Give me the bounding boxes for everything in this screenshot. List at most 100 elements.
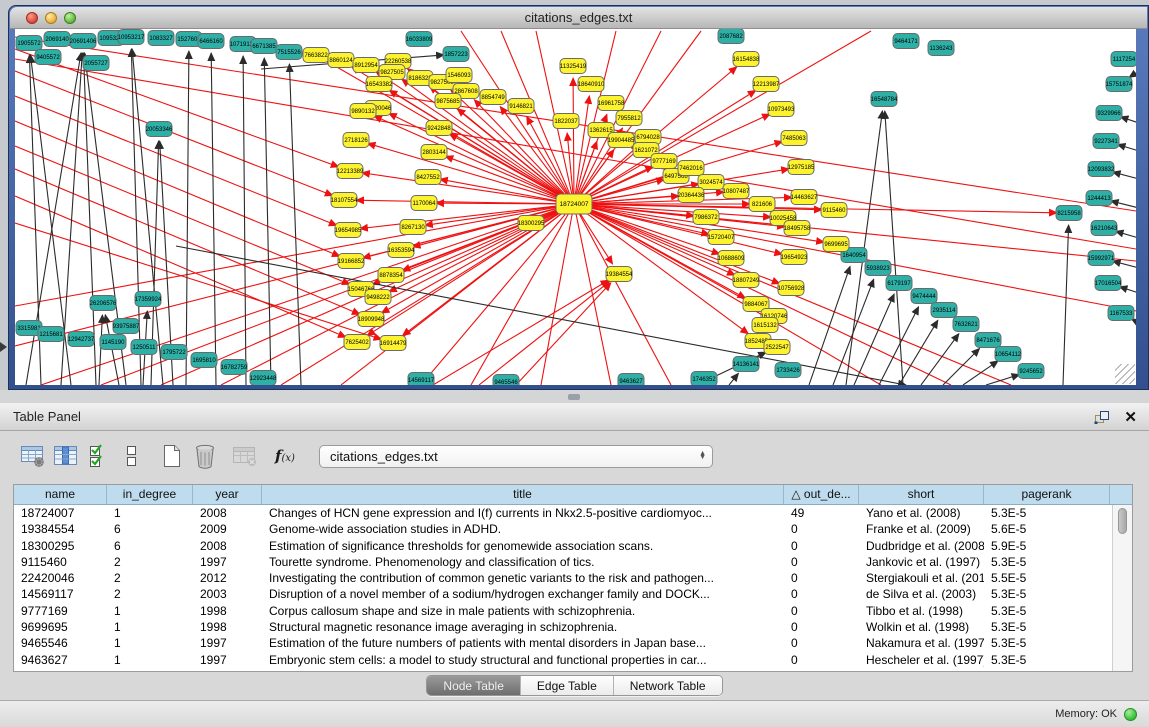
graph-node-label: 1746352 <box>692 377 716 383</box>
table-cell: 19384554 <box>14 521 107 537</box>
graph-node-label: 15751874 <box>1106 82 1133 88</box>
table-row[interactable]: 946554611997Estimation of the future num… <box>14 635 1112 651</box>
function-builder-icon[interactable]: f(x) <box>270 441 300 471</box>
scrollbar-thumb[interactable] <box>1118 508 1127 534</box>
citation-edge-red <box>15 146 350 284</box>
graph-node-label: 26206576 <box>90 301 117 307</box>
clear-selection-icon[interactable] <box>117 441 147 471</box>
table-row[interactable]: 969969511998Structural magnetic resonanc… <box>14 619 1112 635</box>
graph-node-label: 9884067 <box>744 302 768 308</box>
select-all-icon[interactable] <box>84 441 114 471</box>
citation-edge-black <box>986 375 1020 385</box>
table-cell: Dudbridge et al. (2008) <box>859 538 984 554</box>
graph-node-label: 7986372 <box>694 215 718 221</box>
table-row[interactable]: 1872400712008Changes of HCN gene express… <box>14 505 1112 521</box>
delete-icon[interactable] <box>190 441 220 471</box>
table-cell: 5.3E-5 <box>984 619 1110 635</box>
graph-node-label: 16914479 <box>380 341 407 347</box>
show-columns-icon[interactable] <box>51 441 81 471</box>
table-cell: 2 <box>107 586 193 602</box>
table-selector-dropdown[interactable]: citations_edges.txt ▲▼ <box>319 445 713 468</box>
graph-node-label: 16210643 <box>1091 226 1118 232</box>
column-header-title[interactable]: title <box>262 485 784 504</box>
table-cell: Tourette syndrome. Phenomenology and cla… <box>262 554 784 570</box>
graph-node-label: 16548784 <box>871 97 898 103</box>
column-header-pagerank[interactable]: pagerank <box>984 485 1110 504</box>
vertical-scrollbar[interactable] <box>1112 505 1132 671</box>
minimize-window-button[interactable] <box>45 12 57 24</box>
graph-node-label: 9245652 <box>1019 369 1043 375</box>
table-row[interactable]: 1938455462009Genome-wide association stu… <box>14 521 1112 537</box>
graph-node-label: 7955812 <box>617 116 641 122</box>
window-titlebar[interactable]: citations_edges.txt <box>10 7 1147 29</box>
table-row[interactable]: 1456911722003Disruption of a novel membe… <box>14 586 1112 602</box>
table-cell: 1997 <box>193 635 262 651</box>
graph-node-label: 9498222 <box>366 295 390 301</box>
node-table: namein_degreeyeartitle△ out_de...shortpa… <box>13 484 1133 672</box>
close-window-button[interactable] <box>26 12 38 24</box>
citation-edge-black <box>1117 144 1136 151</box>
table-cell: 22420046 <box>14 570 107 586</box>
graph-node-label: 19166852 <box>338 259 365 265</box>
table-cell: 5.3E-5 <box>984 505 1110 521</box>
graph-node-label: 9465546 <box>494 380 518 385</box>
graph-node-label: 9464171 <box>894 39 918 45</box>
graph-node-label: 15720407 <box>708 235 735 241</box>
zoom-window-button[interactable] <box>64 12 76 24</box>
graph-node-label: 9827505 <box>380 70 404 76</box>
panel-collapse-arrow-icon[interactable] <box>0 342 7 352</box>
resize-grip[interactable] <box>1115 364 1135 384</box>
graph-node-label: 9699695 <box>824 242 848 248</box>
table-cell: 1 <box>107 652 193 668</box>
graph-node-label: 12942737 <box>68 337 95 343</box>
graph-node-label: 7462016 <box>679 166 703 172</box>
graph-node-label: 17016504 <box>1095 281 1122 287</box>
new-document-icon[interactable] <box>157 441 187 471</box>
graph-node-label: 1145190 <box>102 340 126 346</box>
graph-node-label: 10953217 <box>118 35 145 41</box>
table-row[interactable]: 2242004622012Investigating the contribut… <box>14 570 1112 586</box>
network-canvas[interactable]: 1905572206914020691406940557210953211095… <box>15 29 1136 385</box>
graph-node-label: 1615132 <box>753 323 777 329</box>
citation-edge-red <box>516 283 611 385</box>
graph-node-label: 10973493 <box>768 107 795 113</box>
table-row[interactable]: 911546021997Tourette syndrome. Phenomeno… <box>14 554 1112 570</box>
table-cell: 1997 <box>193 652 262 668</box>
graph-node-label: 16543382 <box>366 82 393 88</box>
graph-node-label: 10756928 <box>778 286 805 292</box>
graph-node-label: 18300295 <box>518 221 545 227</box>
tab-edge-table[interactable]: Edge Table <box>521 676 614 695</box>
tab-network-table[interactable]: Network Table <box>614 676 722 695</box>
table-cell: 1 <box>107 619 193 635</box>
column-header-out_degree[interactable]: △ out_de... <box>784 485 859 504</box>
graph-node-label: 7625402 <box>345 340 369 346</box>
column-header-year[interactable]: year <box>193 485 262 504</box>
close-icon[interactable]: ✕ <box>1124 410 1137 425</box>
float-window-icon[interactable] <box>1094 410 1110 424</box>
table-cell: 14569117 <box>14 586 107 602</box>
graph-node-label: 16353594 <box>388 248 415 254</box>
table-row[interactable]: 946362711997Embryonic stem cells: a mode… <box>14 652 1112 668</box>
table-cell: 0 <box>784 619 859 635</box>
column-header-in_degree[interactable]: in_degree <box>107 485 193 504</box>
table-settings-icon[interactable] <box>18 441 48 471</box>
divider-handle[interactable] <box>568 394 580 400</box>
graph-node-label: 1170064 <box>413 201 437 207</box>
column-header-short[interactable]: short <box>859 485 984 504</box>
graph-node-label: 9242848 <box>427 126 451 132</box>
table-cell: Estimation of the future numbers of pati… <box>262 635 784 651</box>
table-row[interactable]: 1830029562008Estimation of significance … <box>14 538 1112 554</box>
table-cell: Investigating the contribution of common… <box>262 570 784 586</box>
column-header-name[interactable]: name <box>14 485 107 504</box>
memory-status-indicator <box>1124 708 1137 721</box>
table-row[interactable]: 977716911998Corpus callosum shape and si… <box>14 603 1112 619</box>
delete-table-icon[interactable] <box>230 441 260 471</box>
graph-node-label: 8860124 <box>329 58 353 64</box>
graph-node-label: 7663822 <box>304 53 328 59</box>
table-cell: 2 <box>107 554 193 570</box>
table-cell: 1 <box>107 635 193 651</box>
table-cell: 1 <box>107 505 193 521</box>
split-divider[interactable] <box>0 390 1149 403</box>
tab-node-table[interactable]: Node Table <box>427 676 521 695</box>
graph-node-label: 8878354 <box>379 273 403 279</box>
